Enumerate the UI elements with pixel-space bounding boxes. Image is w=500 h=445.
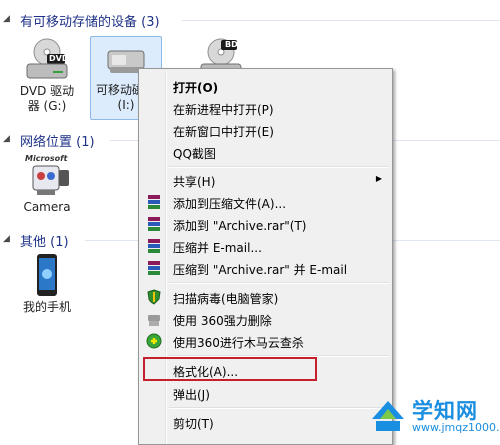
winrar-icon [146,194,162,210]
menu-item-label: 共享(H) [173,175,216,189]
menu-item-open-new-window[interactable]: 在新窗口中打开(E) [141,119,390,141]
bd-badge: BD [225,40,238,49]
winrar-icon [146,260,162,276]
webcam-icon: Microsoft [23,154,71,198]
logo-icon [372,401,404,431]
phone-icon [23,254,71,298]
menu-item-open-new-process[interactable]: 在新进程中打开(P) [141,97,390,119]
menu-item-compress-email[interactable]: 压缩并 E-mail... [141,235,390,257]
shredder-icon [146,311,162,327]
menu-item-label: 使用360进行木马云查杀 [173,336,304,350]
winrar-icon [146,216,162,232]
group-divider [182,20,500,21]
submenu-arrow-icon: ▶ [375,174,382,183]
format-highlight-box [143,357,317,381]
menu-item-label: 使用 360强力删除 [173,314,272,328]
menu-item-scan-virus[interactable]: 扫描病毒(电脑管家) [141,286,390,308]
group-title: 有可移动存储的设备 (3) [20,15,160,30]
menu-item-eject[interactable]: 弹出(J) [141,382,390,404]
trojan-scan-icon [146,333,162,349]
group-title: 网络位置 (1) [20,135,95,150]
menu-item-add-to-rar[interactable]: 添加到 "Archive.rar"(T) [141,213,390,235]
menu-item-compress-rar-email[interactable]: 压缩到 "Archive.rar" 并 E-mail [141,257,390,279]
device-phone[interactable]: 我的手机 [12,254,82,315]
menu-item-trojan-scan-360[interactable]: 使用360进行木马云查杀 [141,330,390,352]
winrar-icon [146,238,162,254]
chevron-down-icon[interactable]: ◢ [3,14,10,24]
group-header-removable[interactable]: ◢ 有可移动存储的设备 (3) [0,10,500,30]
device-label: DVD 驱动器 (G:) [19,84,75,113]
context-menu: 打开(O) 在新进程中打开(P) 在新窗口中打开(E) QQ截图 共享(H) ▶… [138,68,393,445]
menu-item-label: 压缩并 E-mail... [173,241,262,255]
watermark: 学知网 www.jmqz1000.com [368,395,500,435]
menu-item-label: 压缩到 "Archive.rar" 并 E-mail [173,263,348,277]
menu-item-force-delete-360[interactable]: 使用 360强力删除 [141,308,390,330]
device-label: 我的手机 [22,300,71,314]
chevron-down-icon[interactable]: ◢ [3,234,10,244]
menu-item-qq-screenshot[interactable]: QQ截图 [141,141,390,163]
dvd-drive-icon: DVD [23,38,71,82]
menu-item-add-to-archive[interactable]: 添加到压缩文件(A)... [141,191,390,213]
menu-item-open[interactable]: 打开(O) [141,75,390,97]
device-dvd-drive[interactable]: DVD DVD 驱动器 (G:) [12,38,82,114]
menu-item-label: 添加到压缩文件(A)... [173,197,287,211]
menu-item-label: 弹出(J) [173,388,210,402]
menu-item-share[interactable]: 共享(H) ▶ [141,169,390,191]
device-camera[interactable]: Microsoft Camera [12,154,82,215]
chevron-down-icon[interactable]: ◢ [3,134,10,144]
menu-item-label: 打开(O) [173,81,219,95]
camera-logo: Microsoft [25,154,68,163]
dvd-badge: DVD [49,54,69,63]
menu-item-label: 在新进程中打开(P) [173,103,274,117]
shield-icon [146,289,162,305]
watermark-url: www.jmqz1000.com [412,421,500,434]
menu-separator [169,282,388,284]
menu-item-cut[interactable]: 剪切(T) [141,411,390,433]
group-title: 其他 (1) [20,235,69,250]
device-label: Camera [23,200,71,214]
menu-item-label: 在新窗口中打开(E) [173,125,274,139]
menu-item-label: 添加到 "Archive.rar"(T) [173,219,307,233]
menu-item-label: 扫描病毒(电脑管家) [173,292,279,306]
menu-separator [169,166,388,168]
menu-item-label: 剪切(T) [173,417,214,431]
menu-separator [169,407,388,409]
menu-item-label: QQ截图 [173,147,216,161]
